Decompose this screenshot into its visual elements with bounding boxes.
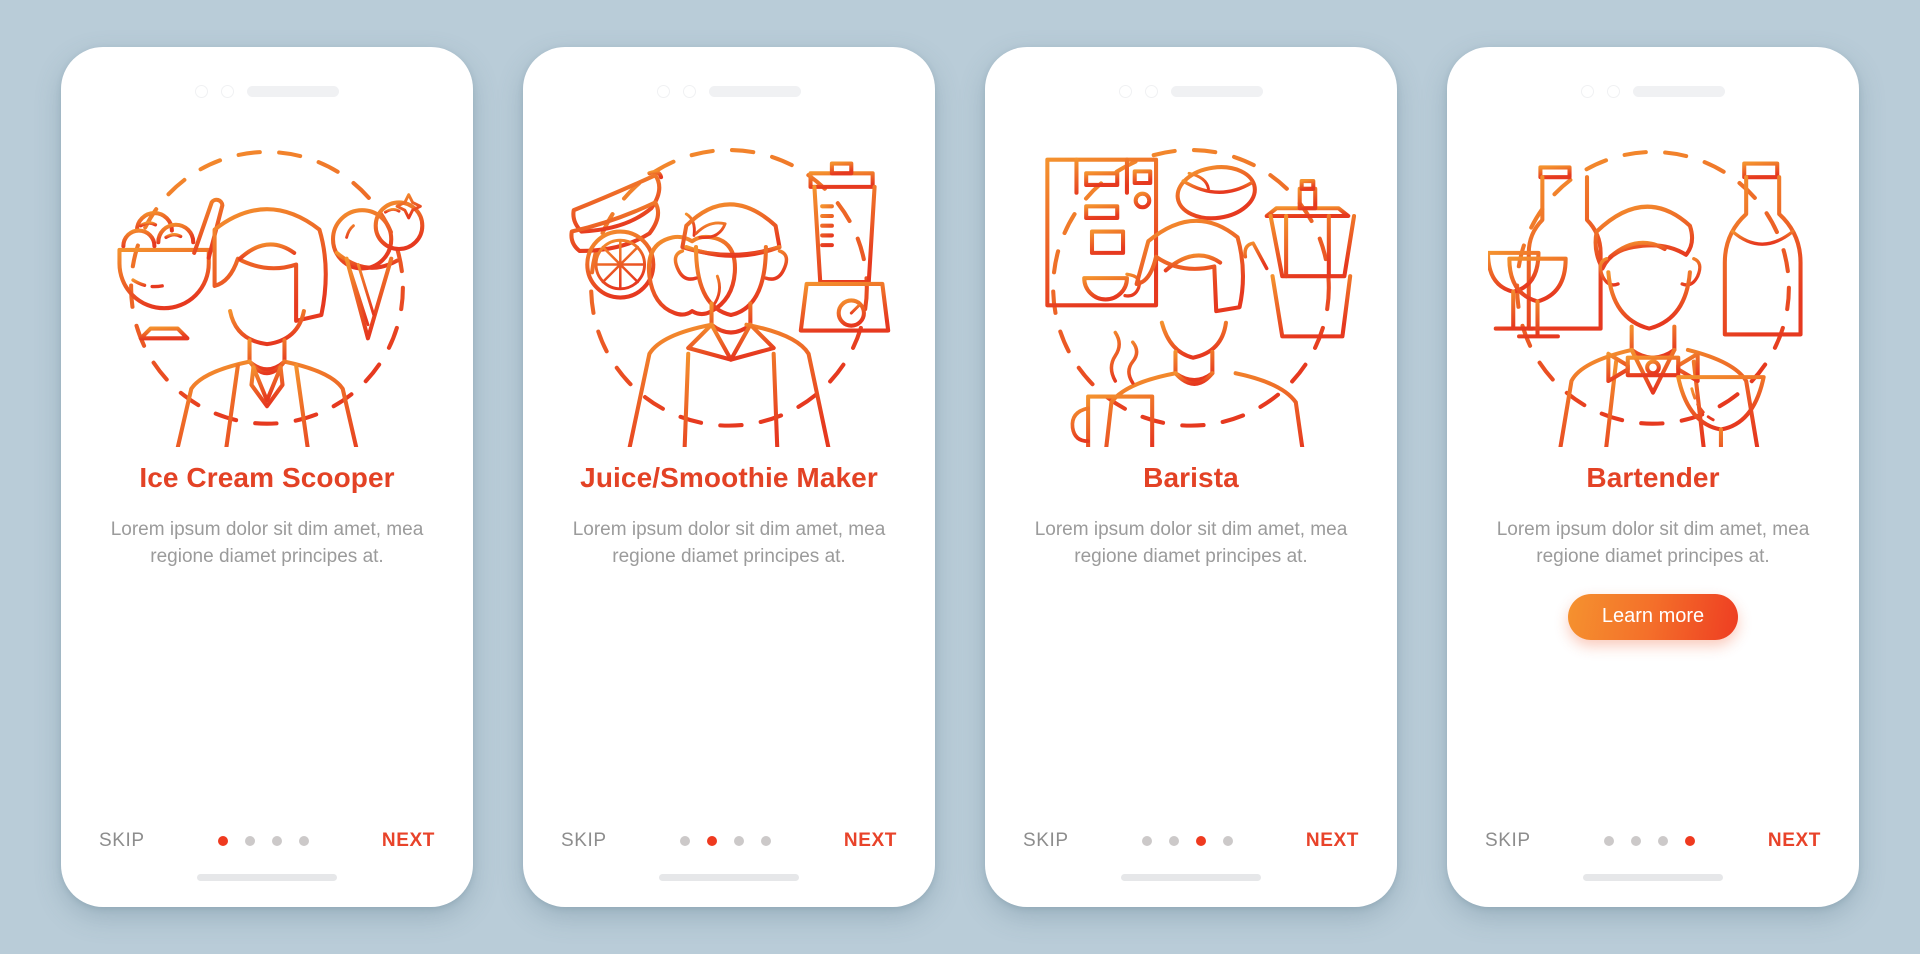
- next-button[interactable]: NEXT: [844, 830, 897, 852]
- status-notch: [89, 81, 445, 101]
- pagination-dot-1[interactable]: [679, 836, 690, 846]
- skip-button[interactable]: SKIP: [1485, 830, 1531, 852]
- pagination-dot-4[interactable]: [760, 836, 771, 846]
- screen-nav: SKIP NEXT: [1013, 830, 1369, 852]
- screen-nav: SKIP NEXT: [551, 830, 907, 852]
- camera-dot-icon: [1119, 84, 1132, 98]
- pagination-dots: [1603, 836, 1695, 846]
- screen-description: Lorem ipsum dolor sit dim amet, mea regi…: [110, 519, 424, 567]
- screen-description: Lorem ipsum dolor sit dim amet, mea regi…: [572, 519, 886, 567]
- camera-dot-icon: [1581, 84, 1594, 98]
- home-indicator: [1583, 874, 1723, 881]
- pagination-dot-4[interactable]: [1222, 836, 1233, 846]
- onboarding-screen-bartender: Bartender Lorem ipsum dolor sit dim amet…: [1447, 47, 1859, 907]
- speaker-bar: [709, 85, 801, 97]
- pagination-dot-2[interactable]: [706, 836, 717, 846]
- status-notch: [551, 81, 907, 101]
- status-notch: [1475, 81, 1831, 101]
- screen-title: Barista: [1143, 462, 1239, 493]
- cta-slot: Learn more: [1567, 593, 1739, 641]
- home-indicator: [659, 874, 799, 881]
- camera-dot-icon: [657, 84, 670, 98]
- speaker-bar: [1171, 85, 1263, 97]
- pagination-dot-1[interactable]: [1603, 836, 1614, 846]
- pagination-dot-1[interactable]: [217, 836, 228, 846]
- pagination-dot-1[interactable]: [1141, 836, 1152, 846]
- pagination-dot-3[interactable]: [733, 836, 744, 846]
- screen-description: Lorem ipsum dolor sit dim amet, mea regi…: [1034, 519, 1348, 567]
- screen-description: Lorem ipsum dolor sit dim amet, mea regi…: [1496, 519, 1810, 567]
- onboarding-screen-juice-smoothie-maker: Juice/Smoothie Maker Lorem ipsum dolor s…: [523, 47, 935, 907]
- ice-cream-scooper-illustration: [102, 117, 432, 447]
- next-button[interactable]: NEXT: [382, 830, 435, 852]
- pagination-dots: [1141, 836, 1233, 846]
- pagination-dot-3[interactable]: [1195, 836, 1206, 846]
- sensor-dot-icon: [683, 84, 696, 98]
- screen-nav: SKIP NEXT: [1475, 830, 1831, 852]
- speaker-bar: [247, 85, 339, 97]
- pagination-dot-4[interactable]: [298, 836, 309, 846]
- learn-more-button[interactable]: Learn more: [1567, 593, 1739, 640]
- home-indicator: [197, 874, 337, 881]
- skip-button[interactable]: SKIP: [561, 830, 607, 852]
- sensor-dot-icon: [1607, 84, 1620, 98]
- skip-button[interactable]: SKIP: [1023, 830, 1069, 852]
- screen-title: Ice Cream Scooper: [139, 462, 395, 493]
- juice-smoothie-maker-illustration: [564, 117, 894, 447]
- skip-button[interactable]: SKIP: [99, 830, 145, 852]
- onboarding-screen-barista: Barista Lorem ipsum dolor sit dim amet, …: [985, 47, 1397, 907]
- pagination-dots: [679, 836, 771, 846]
- screen-nav: SKIP NEXT: [89, 830, 445, 852]
- next-button[interactable]: NEXT: [1306, 830, 1359, 852]
- bartender-illustration: [1488, 117, 1818, 447]
- onboarding-screen-ice-cream-scooper: Ice Cream Scooper Lorem ipsum dolor sit …: [61, 47, 473, 907]
- pagination-dot-4[interactable]: [1684, 836, 1695, 846]
- home-indicator: [1121, 874, 1261, 881]
- pagination-dots: [217, 836, 309, 846]
- status-notch: [1013, 81, 1369, 101]
- pagination-dot-2[interactable]: [244, 836, 255, 846]
- screen-title: Bartender: [1586, 462, 1720, 493]
- sensor-dot-icon: [1145, 84, 1158, 98]
- pagination-dot-2[interactable]: [1630, 836, 1641, 846]
- onboarding-screens-row: Ice Cream Scooper Lorem ipsum dolor sit …: [0, 0, 1920, 954]
- screen-title: Juice/Smoothie Maker: [580, 462, 878, 493]
- pagination-dot-3[interactable]: [1657, 836, 1668, 846]
- camera-dot-icon: [195, 84, 208, 98]
- barista-illustration: [1026, 117, 1356, 447]
- speaker-bar: [1633, 85, 1725, 97]
- pagination-dot-3[interactable]: [271, 836, 282, 846]
- next-button[interactable]: NEXT: [1768, 830, 1821, 852]
- pagination-dot-2[interactable]: [1168, 836, 1179, 846]
- sensor-dot-icon: [221, 84, 234, 98]
